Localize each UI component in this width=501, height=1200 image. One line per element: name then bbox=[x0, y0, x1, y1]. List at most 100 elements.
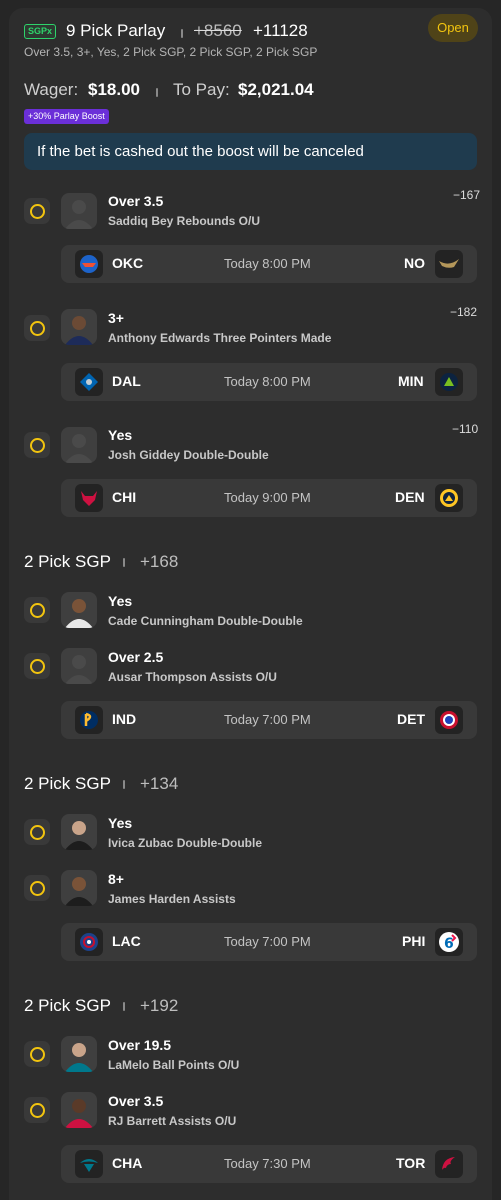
pick-status-radio[interactable] bbox=[24, 653, 50, 679]
player-avatar bbox=[61, 1036, 97, 1072]
player-avatar bbox=[61, 870, 97, 906]
pick-status-radio[interactable] bbox=[24, 819, 50, 845]
svg-text:6: 6 bbox=[444, 936, 454, 952]
sgp-odds: +168 bbox=[140, 552, 179, 571]
pick-description: Ausar Thompson Assists O/U bbox=[108, 670, 277, 684]
game-time: Today 8:00 PM bbox=[224, 256, 311, 271]
to-pay-value: $2,021.04 bbox=[238, 80, 314, 99]
wager-separator bbox=[156, 88, 158, 97]
original-odds: +8560 bbox=[194, 21, 242, 40]
game-bar[interactable]: LAC Today 7:00 PM PHI 6 bbox=[61, 923, 477, 961]
pick-line: 3+ bbox=[108, 310, 124, 326]
player-headshot-icon bbox=[65, 599, 93, 628]
home-team: DET bbox=[397, 711, 425, 727]
game-bar[interactable]: IND Today 7:00 PM DET bbox=[61, 701, 477, 739]
wager-label: Wager: bbox=[24, 80, 79, 99]
pick-description: LaMelo Ball Points O/U bbox=[108, 1058, 240, 1072]
pick-status-radio[interactable] bbox=[24, 315, 50, 341]
pick-line: Over 3.5 bbox=[108, 193, 164, 209]
sgp-odds: +134 bbox=[140, 774, 179, 793]
sgp-separator bbox=[123, 780, 125, 789]
pick-line: Yes bbox=[108, 815, 133, 831]
player-avatar bbox=[61, 1092, 97, 1128]
radio-circle-icon bbox=[29, 437, 45, 453]
ind-logo-icon bbox=[75, 706, 103, 734]
sgp-odds: +192 bbox=[140, 996, 179, 1015]
player-headshot-icon bbox=[65, 1099, 93, 1128]
sgp-title: 2 Pick SGP bbox=[24, 996, 111, 1015]
game-time: Today 8:00 PM bbox=[224, 374, 311, 389]
pick-line: Over 3.5 bbox=[108, 1093, 164, 1109]
pick-status-radio[interactable] bbox=[24, 1097, 50, 1123]
radio-circle-icon bbox=[29, 203, 45, 219]
player-avatar bbox=[61, 592, 97, 628]
pick-description: Anthony Edwards Three Pointers Made bbox=[108, 331, 332, 345]
no-logo-icon bbox=[435, 250, 463, 278]
radio-circle-icon bbox=[29, 824, 45, 840]
pick-description: Saddiq Bey Rebounds O/U bbox=[108, 214, 261, 228]
pick-status-radio[interactable] bbox=[24, 875, 50, 901]
chi-logo-icon bbox=[75, 484, 103, 512]
pick-line: 8+ bbox=[108, 871, 124, 887]
player-avatar bbox=[61, 193, 97, 229]
pick-status-radio[interactable] bbox=[24, 432, 50, 458]
pick-status-radio[interactable] bbox=[24, 1041, 50, 1067]
player-avatar bbox=[61, 309, 97, 345]
parlay-boost-badge: +30% Parlay Boost bbox=[24, 109, 109, 124]
den-logo-icon bbox=[435, 484, 463, 512]
sgp-title: 2 Pick SGP bbox=[24, 774, 111, 793]
dal-logo-icon bbox=[75, 368, 103, 396]
game-time: Today 9:00 PM bbox=[224, 490, 311, 505]
game-bar[interactable]: CHA Today 7:30 PM TOR bbox=[61, 1145, 477, 1183]
radio-circle-icon bbox=[29, 320, 45, 336]
game-bar[interactable]: CHI Today 9:00 PM DEN bbox=[61, 479, 477, 517]
radio-circle-icon bbox=[29, 1046, 45, 1062]
game-time: Today 7:00 PM bbox=[224, 934, 311, 949]
pick-description: Josh Giddey Double-Double bbox=[108, 448, 269, 462]
sgpx-badge: SGPx bbox=[24, 24, 57, 39]
game-bar[interactable]: DAL Today 8:00 PM MIN bbox=[61, 363, 477, 401]
away-team: IND bbox=[112, 711, 137, 727]
pick-status-radio[interactable] bbox=[24, 597, 50, 623]
parlay-summary: Over 3.5, 3+, Yes, 2 Pick SGP, 2 Pick SG… bbox=[24, 45, 318, 59]
away-team: DAL bbox=[112, 373, 141, 389]
radio-circle-icon bbox=[29, 658, 45, 674]
status-open-button[interactable]: Open bbox=[428, 14, 478, 42]
player-avatar bbox=[61, 427, 97, 463]
wager-value: $18.00 bbox=[88, 80, 140, 99]
pick-line: Yes bbox=[108, 593, 133, 609]
player-avatar bbox=[61, 814, 97, 850]
away-team: LAC bbox=[112, 933, 141, 949]
player-avatar bbox=[61, 648, 97, 684]
player-headshot-icon bbox=[65, 1043, 93, 1072]
pick-description: RJ Barrett Assists O/U bbox=[108, 1114, 237, 1128]
min-logo-icon bbox=[435, 368, 463, 396]
pick-description: Cade Cunningham Double-Double bbox=[108, 614, 303, 628]
det-logo-icon bbox=[435, 706, 463, 734]
home-team: DEN bbox=[395, 489, 425, 505]
phi-logo-icon: 6 bbox=[435, 928, 463, 956]
game-bar[interactable]: OKC Today 8:00 PM NO bbox=[61, 245, 477, 283]
header-separator bbox=[181, 29, 183, 38]
okc-logo-icon bbox=[75, 250, 103, 278]
radio-circle-icon bbox=[29, 602, 45, 618]
boosted-odds: +11128 bbox=[253, 21, 308, 40]
tor-logo-icon bbox=[435, 1150, 463, 1178]
boost-notice: If the bet is cashed out the boost will … bbox=[24, 133, 477, 170]
away-team: CHA bbox=[112, 1155, 143, 1171]
player-headshot-icon bbox=[65, 316, 93, 345]
pick-odds: −167 bbox=[453, 188, 481, 202]
pick-line: Over 19.5 bbox=[108, 1037, 172, 1053]
pick-line: Yes bbox=[108, 427, 133, 443]
pick-odds: −182 bbox=[450, 305, 478, 319]
pick-odds: −110 bbox=[452, 422, 479, 436]
player-silhouette-icon bbox=[65, 200, 93, 229]
radio-circle-icon bbox=[29, 880, 45, 896]
radio-circle-icon bbox=[29, 1102, 45, 1118]
pick-status-radio[interactable] bbox=[24, 198, 50, 224]
parlay-title: 9 Pick Parlay bbox=[66, 21, 166, 40]
player-headshot-icon bbox=[65, 821, 93, 850]
home-team: MIN bbox=[398, 373, 424, 389]
player-silhouette-icon bbox=[65, 434, 93, 463]
away-team: OKC bbox=[112, 255, 144, 271]
